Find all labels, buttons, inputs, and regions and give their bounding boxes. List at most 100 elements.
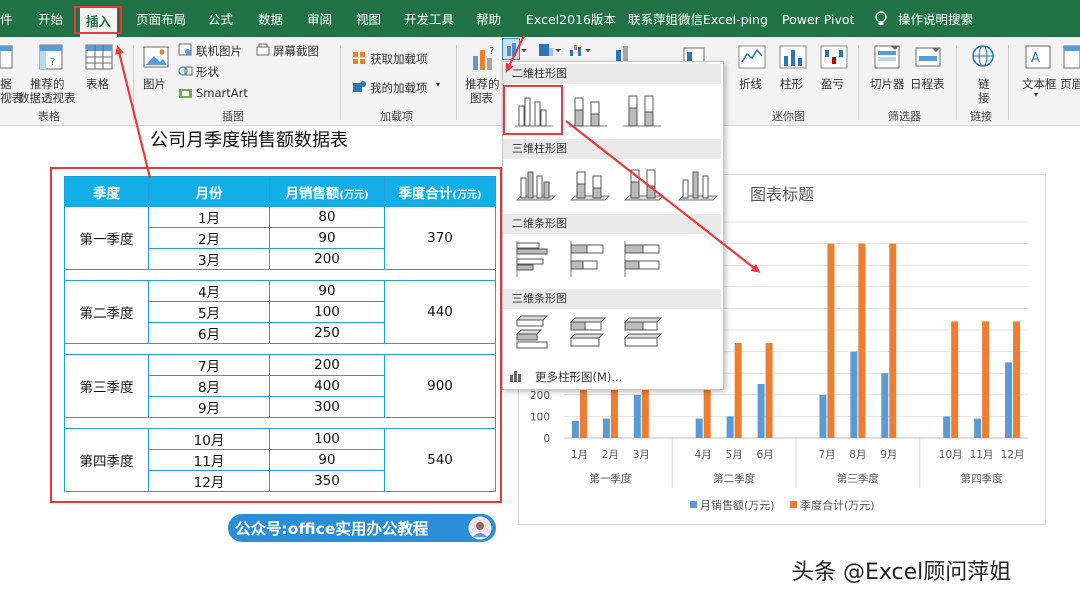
tab-formulas[interactable]: 公式 bbox=[208, 0, 233, 37]
3d-100-stacked-bar-option[interactable] bbox=[619, 312, 665, 354]
month-cell[interactable]: 6月 bbox=[148, 322, 270, 344]
store-icon[interactable] bbox=[352, 51, 366, 65]
online-picture-label[interactable]: 联机图片 bbox=[196, 43, 242, 59]
table-button-label[interactable]: 表格 bbox=[86, 76, 109, 92]
3d-stacked-column-option[interactable] bbox=[565, 162, 611, 204]
sales-cell[interactable]: 80 bbox=[269, 206, 385, 228]
month-cell[interactable]: 11月 bbox=[148, 449, 270, 471]
stacked-column-option[interactable] bbox=[565, 88, 611, 130]
smartart-label[interactable]: SmartArt bbox=[196, 86, 248, 100]
sparkline-column-label[interactable]: 柱形 bbox=[780, 76, 803, 92]
total-cell[interactable]: 540 bbox=[384, 428, 496, 492]
table-icon[interactable] bbox=[85, 43, 113, 73]
month-cell[interactable]: 10月 bbox=[148, 428, 270, 450]
3d-clustered-column-option[interactable] bbox=[511, 162, 557, 204]
my-addins-icon[interactable] bbox=[352, 80, 366, 94]
tab-contact[interactable]: 联系萍姐微信Excel-ping bbox=[628, 0, 768, 37]
sales-cell[interactable]: 100 bbox=[269, 428, 385, 450]
3d-100-stacked-column-option[interactable] bbox=[619, 162, 665, 204]
hierarchy-chart-icon[interactable] bbox=[537, 42, 563, 58]
tab-excel2016[interactable]: Excel2016版本 bbox=[526, 0, 616, 37]
tell-me-search[interactable]: 操作说明搜索 bbox=[898, 0, 973, 37]
sales-cell[interactable]: 90 bbox=[269, 280, 385, 302]
spacer-cell[interactable] bbox=[64, 343, 496, 355]
shapes-label[interactable]: 形状 bbox=[196, 64, 219, 80]
tab-help[interactable]: 帮助 bbox=[476, 0, 501, 37]
recommended-pivot-icon[interactable]: ? bbox=[38, 43, 66, 73]
stacked-bar-option[interactable] bbox=[565, 237, 611, 279]
3d-stacked-bar-option[interactable] bbox=[565, 312, 611, 354]
quarter-cell[interactable]: 第二季度 bbox=[64, 280, 149, 344]
total-cell[interactable]: 370 bbox=[384, 206, 496, 270]
sparkline-winloss-icon[interactable] bbox=[820, 44, 848, 72]
picture-label[interactable]: 图片 bbox=[143, 76, 166, 92]
sales-cell[interactable]: 300 bbox=[269, 396, 385, 418]
total-cell[interactable]: 440 bbox=[384, 280, 496, 344]
quarter-cell[interactable]: 第一季度 bbox=[64, 206, 149, 270]
sales-cell[interactable]: 350 bbox=[269, 470, 385, 492]
sales-cell[interactable]: 200 bbox=[269, 248, 385, 270]
month-cell[interactable]: 2月 bbox=[148, 227, 270, 249]
100-stacked-column-option[interactable] bbox=[619, 88, 665, 130]
3d-column-option[interactable] bbox=[673, 162, 719, 204]
screenshot-label[interactable]: 屏幕截图 bbox=[273, 43, 319, 59]
slicer-icon[interactable] bbox=[873, 44, 901, 72]
online-picture-icon[interactable] bbox=[178, 43, 193, 57]
textbox-icon[interactable]: A bbox=[1024, 44, 1052, 72]
textbox-dropdown-arrow[interactable]: ▾ bbox=[1034, 90, 1038, 99]
sparkline-winloss-label[interactable]: 盈亏 bbox=[821, 76, 844, 92]
month-cell[interactable]: 4月 bbox=[148, 280, 270, 302]
recommended-charts-icon[interactable]: ? bbox=[470, 44, 498, 72]
recommended-charts-label-2[interactable]: 图表 bbox=[470, 90, 493, 106]
smartart-icon[interactable] bbox=[178, 86, 193, 100]
tab-developer[interactable]: 开发工具 bbox=[404, 0, 454, 37]
month-cell[interactable]: 8月 bbox=[148, 375, 270, 397]
sales-cell[interactable]: 250 bbox=[269, 322, 385, 344]
spacer-cell[interactable] bbox=[64, 417, 496, 429]
header-footer-icon[interactable] bbox=[1062, 44, 1080, 72]
spacer-cell[interactable] bbox=[64, 269, 496, 281]
timeline-label[interactable]: 日程表 bbox=[910, 76, 945, 92]
chart-title[interactable]: 图表标题 bbox=[750, 185, 814, 204]
tab-file[interactable]: 件 bbox=[0, 0, 13, 37]
month-cell[interactable]: 1月 bbox=[148, 206, 270, 228]
tab-page-layout[interactable]: 页面布局 bbox=[136, 0, 186, 37]
screenshot-icon[interactable] bbox=[256, 43, 270, 57]
timeline-icon[interactable] bbox=[914, 44, 942, 72]
sparkline-column-icon[interactable] bbox=[779, 44, 807, 72]
picture-icon[interactable] bbox=[142, 44, 170, 72]
clustered-bar-option[interactable] bbox=[511, 237, 557, 279]
link-globe-icon[interactable] bbox=[970, 44, 998, 72]
my-addins-dropdown-arrow[interactable]: ▾ bbox=[436, 80, 440, 89]
quarter-cell[interactable]: 第四季度 bbox=[64, 428, 149, 492]
sales-cell[interactable]: 200 bbox=[269, 354, 385, 376]
shapes-icon[interactable] bbox=[178, 64, 193, 78]
month-cell[interactable]: 3月 bbox=[148, 248, 270, 270]
sparkline-line-label[interactable]: 折线 bbox=[739, 76, 762, 92]
month-cell[interactable]: 5月 bbox=[148, 301, 270, 323]
sales-cell[interactable]: 90 bbox=[269, 227, 385, 249]
pivot-table-icon[interactable] bbox=[0, 44, 14, 72]
column-chart-button-pressed[interactable] bbox=[502, 38, 520, 60]
month-cell[interactable]: 12月 bbox=[148, 470, 270, 492]
tab-review[interactable]: 审阅 bbox=[307, 0, 332, 37]
tab-view[interactable]: 视图 bbox=[356, 0, 381, 37]
tab-home[interactable]: 开始 bbox=[38, 0, 63, 37]
get-addins-label[interactable]: 获取加载项 bbox=[370, 51, 428, 67]
sparkline-line-icon[interactable] bbox=[738, 44, 766, 72]
month-cell[interactable]: 9月 bbox=[148, 396, 270, 418]
tab-data[interactable]: 数据 bbox=[258, 0, 283, 37]
header-footer-label[interactable]: 页眉 bbox=[1060, 76, 1080, 92]
sales-cell[interactable]: 90 bbox=[269, 449, 385, 471]
slicer-label[interactable]: 切片器 bbox=[870, 76, 905, 92]
more-column-charts-link[interactable]: 更多柱形图(M)... bbox=[535, 369, 622, 385]
chart-legend[interactable]: 月销售额(万元) 季度合计(万元) bbox=[690, 498, 875, 512]
sales-cell[interactable]: 100 bbox=[269, 301, 385, 323]
100-stacked-bar-option[interactable] bbox=[619, 237, 665, 279]
3d-clustered-bar-option[interactable] bbox=[511, 312, 557, 354]
total-cell[interactable]: 900 bbox=[384, 354, 496, 418]
waterfall-chart-icon[interactable] bbox=[568, 42, 594, 58]
month-cell[interactable]: 7月 bbox=[148, 354, 270, 376]
textbox-label[interactable]: 文本框 bbox=[1022, 76, 1057, 92]
link-label-2[interactable]: 接 bbox=[978, 90, 990, 106]
